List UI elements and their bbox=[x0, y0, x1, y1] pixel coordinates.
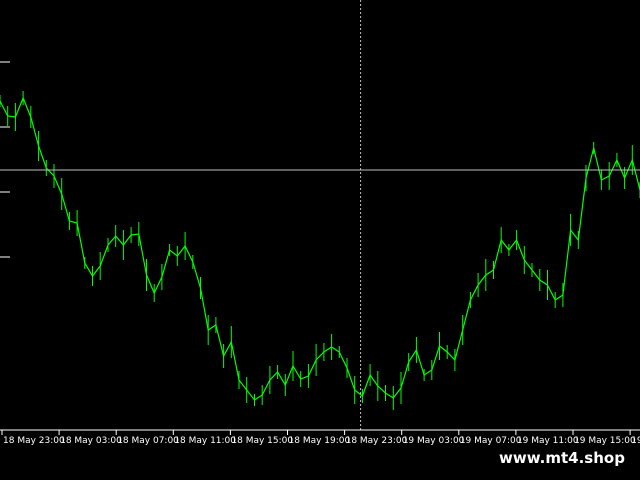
x-tick-label: 19 May 07:00 bbox=[460, 436, 522, 446]
series-line bbox=[0, 96, 640, 401]
x-tick-label: 18 May 15:00 bbox=[231, 436, 293, 446]
crosshair bbox=[0, 0, 640, 430]
x-tick-label: 19 May 03:00 bbox=[403, 436, 465, 446]
x-tick-label: 19 May 11:00 bbox=[517, 436, 579, 446]
x-axis: 18 May 23:0018 May 03:0018 May 07:0018 M… bbox=[0, 61, 640, 446]
x-tick-label: 18 May 03:00 bbox=[60, 436, 122, 446]
x-tick-label: 18 May 11:00 bbox=[174, 436, 236, 446]
watermark: www.mt4.shop bbox=[497, 446, 627, 470]
price-chart[interactable]: 18 May 23:0018 May 03:0018 May 07:0018 M… bbox=[0, 0, 640, 480]
x-tick-label: 19 May 19:00 bbox=[631, 436, 640, 446]
x-tick-label: 18 May 07:00 bbox=[117, 436, 179, 446]
series-layer bbox=[0, 91, 640, 410]
x-tick-label: 18 May 19:00 bbox=[289, 436, 351, 446]
x-tick-label: 18 May 23:00 bbox=[3, 436, 65, 446]
x-tick-label: 18 May 23:00 bbox=[346, 436, 408, 446]
x-tick-label: 19 May 15:00 bbox=[574, 436, 636, 446]
